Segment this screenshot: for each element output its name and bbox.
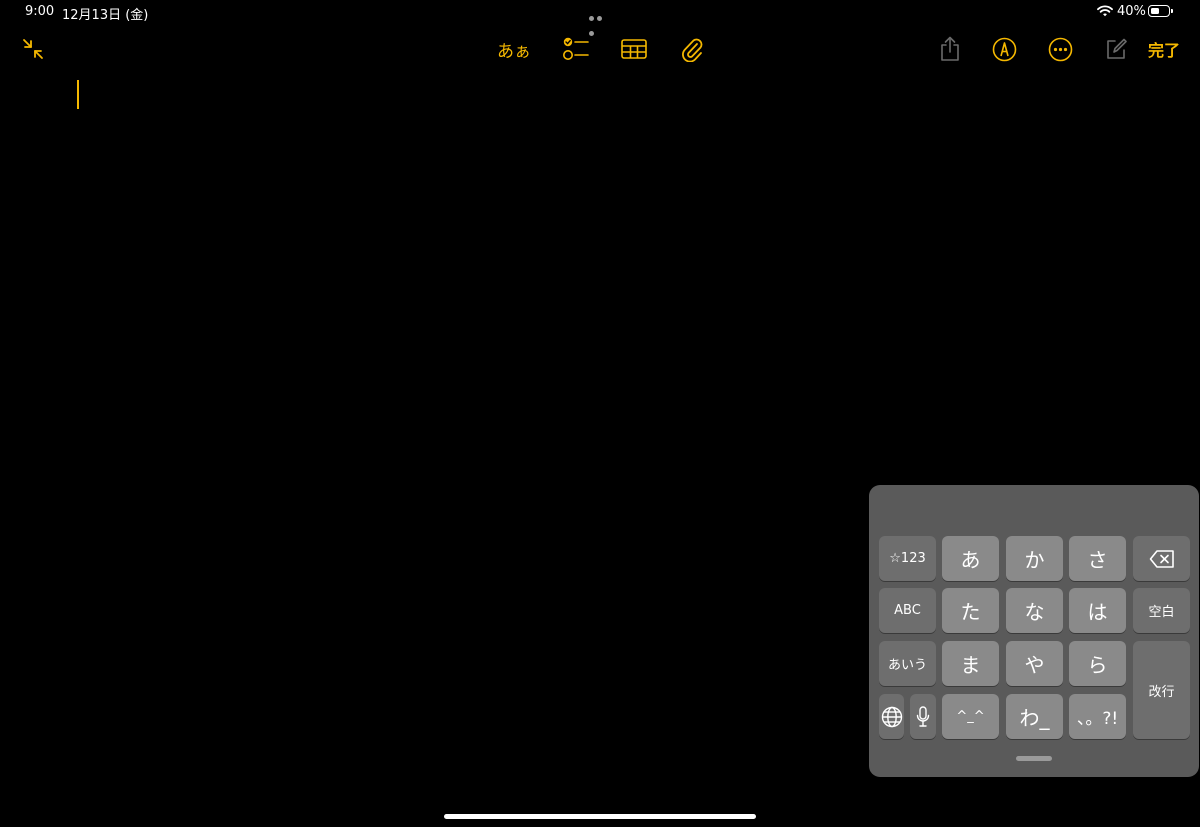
notes-toolbar: あぁ 完了	[0, 30, 1200, 70]
key-ka[interactable]: か	[1006, 536, 1063, 581]
key-abc[interactable]: ABC	[879, 588, 936, 633]
status-date: 12月13日 (金)	[62, 8, 149, 23]
key-ma[interactable]: ま	[942, 641, 999, 686]
key-kana-mode[interactable]: あいう	[879, 641, 936, 686]
battery-tip	[1171, 9, 1173, 13]
key-ta[interactable]: た	[942, 588, 999, 633]
key-ra[interactable]: ら	[1069, 641, 1126, 686]
globe-icon	[881, 706, 902, 727]
status-time: 9:00	[25, 4, 55, 19]
done-button[interactable]: 完了	[1146, 30, 1182, 68]
key-symbols[interactable]: ☆123	[879, 536, 936, 581]
return-key[interactable]: 改行	[1133, 641, 1190, 739]
dictation-key[interactable]	[910, 694, 936, 739]
microphone-icon	[916, 705, 930, 727]
key-wa[interactable]: わ_	[1006, 694, 1063, 739]
key-na[interactable]: な	[1006, 588, 1063, 633]
key-sa[interactable]: さ	[1069, 536, 1126, 581]
share-icon[interactable]	[938, 30, 962, 68]
format-button[interactable]: あぁ	[494, 30, 534, 68]
key-ha[interactable]: は	[1069, 588, 1126, 633]
status-bar: 9:00 12月13日 (金) 40%	[0, 0, 1200, 36]
text-cursor[interactable]	[77, 80, 79, 109]
key-emoticon[interactable]: ^_^	[942, 694, 999, 739]
key-a[interactable]: あ	[942, 536, 999, 581]
space-key[interactable]: 空白	[1133, 588, 1190, 633]
table-icon[interactable]	[620, 30, 648, 68]
battery-icon	[1148, 5, 1170, 17]
delete-key[interactable]	[1133, 536, 1190, 581]
wifi-icon	[1097, 5, 1113, 21]
paperclip-icon[interactable]	[678, 30, 706, 68]
compose-icon[interactable]	[1104, 30, 1128, 68]
home-indicator[interactable]	[444, 814, 756, 819]
multitasking-dots-icon[interactable]	[589, 10, 611, 36]
backspace-icon	[1149, 549, 1174, 568]
battery-percent: 40%	[1117, 4, 1146, 19]
floating-keyboard: ☆123 あ か さ ABC た な は 空白 あいう ま や ら 改行 ^_^…	[869, 485, 1199, 777]
more-ellipsis-icon[interactable]	[1047, 30, 1073, 68]
keyboard-drag-handle[interactable]	[1016, 756, 1052, 761]
markup-pen-icon[interactable]	[991, 30, 1017, 68]
key-ya[interactable]: や	[1006, 641, 1063, 686]
collapse-arrows-icon[interactable]	[20, 30, 46, 68]
checklist-icon[interactable]	[561, 30, 591, 68]
key-punctuation[interactable]: 、。?!	[1069, 694, 1126, 739]
globe-key[interactable]	[879, 694, 904, 739]
